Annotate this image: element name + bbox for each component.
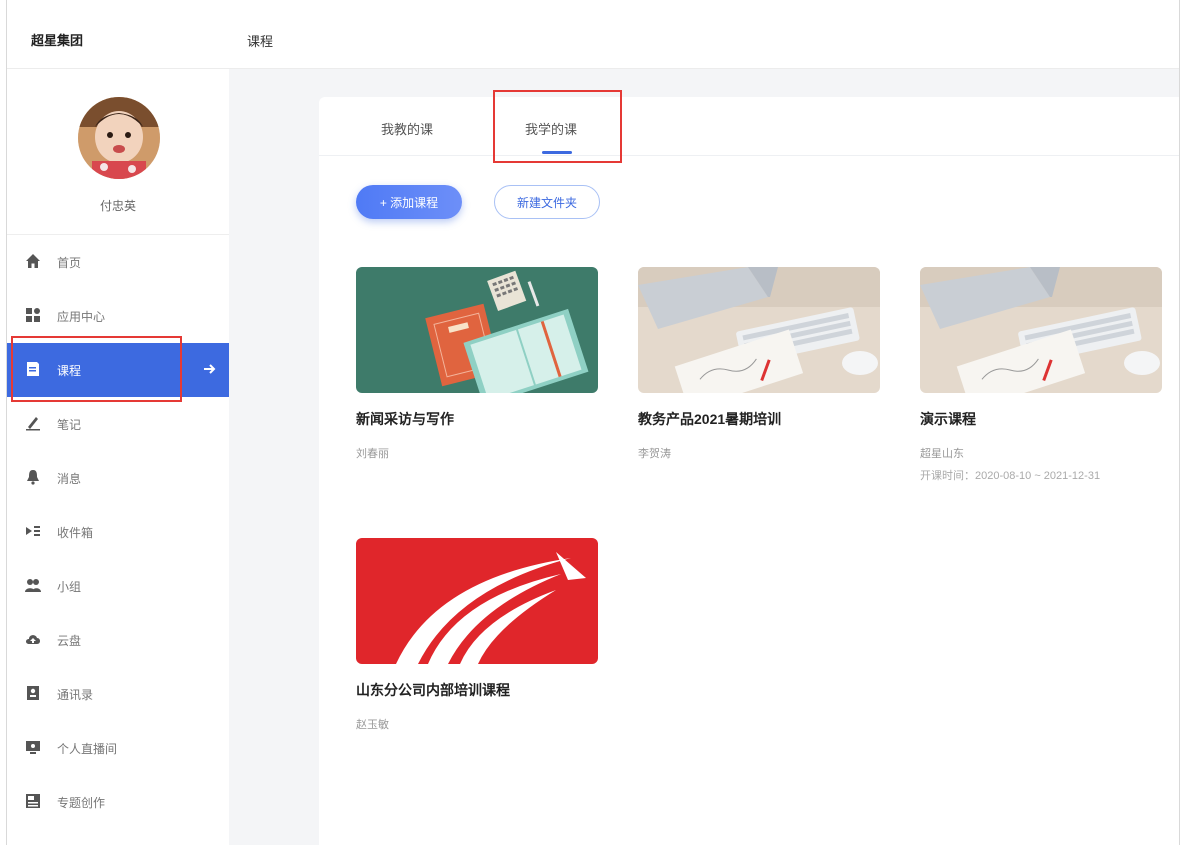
course-teacher: 超星山东 [920, 448, 964, 460]
avatar-image [78, 97, 160, 179]
breadcrumb: 课程 [247, 34, 274, 49]
course-cover-desk[interactable] [638, 267, 880, 393]
sidebar-item-messages[interactable]: 消息 [7, 451, 229, 505]
desk-keyboard-photo [920, 267, 1162, 393]
sidebar-item-label: 通讯录 [57, 688, 94, 702]
sidebar-item-live-room[interactable]: 个人直播间 [7, 721, 229, 775]
sidebar-item-inbox[interactable]: 收件箱 [7, 505, 229, 559]
contacts-icon [27, 686, 39, 700]
sidebar-item-apps[interactable]: 应用中心 [7, 289, 229, 343]
tab-bar: 我教的课 我学的课 [319, 97, 1179, 156]
app-window: 超星集团 课程 付忠英 首页 应用中心 课程 笔记 消息 收件箱 小组 云盘 通… [6, 0, 1180, 845]
sidebar-item-home[interactable]: 首页 [7, 235, 229, 289]
desk-keyboard-photo [638, 267, 880, 393]
course-title[interactable]: 演示课程 [920, 409, 1162, 429]
course-teacher: 李贺涛 [638, 448, 671, 460]
highlight-box-sidebar-courses [11, 336, 182, 402]
course-period: 开课时间：2020-08-10 ~ 2021-12-31 [920, 470, 1101, 482]
sidebar-item-label: 收件箱 [57, 526, 94, 540]
sidebar-item-label: 首页 [57, 256, 82, 270]
add-course-button[interactable]: + 添加课程 [356, 185, 462, 219]
brand-name[interactable]: 超星集团 [31, 30, 83, 49]
superstar-logo [356, 538, 598, 664]
sidebar: 付忠英 首页 应用中心 课程 笔记 消息 收件箱 小组 云盘 通讯录 个人直播间… [7, 69, 229, 845]
sidebar-item-label: 小组 [57, 580, 82, 594]
course-panel: 我教的课 我学的课 + 添加课程 新建文件夹 新闻采访与写作 刘春丽 教务产品2… [319, 97, 1179, 845]
course-title[interactable]: 教务产品2021暑期培训 [638, 409, 880, 429]
user-name: 付忠英 [99, 199, 136, 213]
course-cover-desk[interactable] [920, 267, 1162, 393]
tab-teaching-courses[interactable]: 我教的课 [381, 119, 433, 138]
sidebar-item-groups[interactable]: 小组 [7, 559, 229, 613]
topic-icon [26, 794, 40, 808]
group-icon [25, 579, 41, 592]
avatar[interactable] [78, 97, 160, 179]
sidebar-item-cloud-drive[interactable]: 云盘 [7, 613, 229, 667]
course-title[interactable]: 山东分公司内部培训课程 [356, 680, 598, 700]
highlight-box-tab [493, 90, 622, 163]
live-icon [26, 741, 40, 754]
sidebar-item-label: 消息 [57, 472, 82, 486]
sidebar-item-label: 云盘 [57, 634, 82, 648]
sidebar-item-label: 应用中心 [57, 310, 106, 324]
cloud-icon [26, 635, 40, 644]
sidebar-item-label: 笔记 [57, 418, 82, 432]
course-card[interactable]: 新闻采访与写作 刘春丽 [356, 267, 598, 461]
arrow-right-icon [204, 364, 216, 374]
bell-icon [27, 470, 39, 485]
course-title[interactable]: 新闻采访与写作 [356, 409, 598, 429]
course-teacher: 刘春丽 [356, 448, 389, 460]
new-folder-button[interactable]: 新建文件夹 [494, 185, 600, 219]
course-cover-books[interactable] [356, 267, 598, 393]
books-illustration [356, 267, 598, 393]
sidebar-item-notes[interactable]: 笔记 [7, 397, 229, 451]
course-card[interactable]: 山东分公司内部培训课程 赵玉敏 [356, 538, 598, 732]
top-bar: 超星集团 课程 [7, 0, 1179, 69]
pen-icon [26, 417, 40, 431]
course-card[interactable]: 演示课程 超星山东 开课时间：2020-08-10 ~ 2021-12-31 [920, 267, 1162, 483]
sidebar-item-label: 个人直播间 [57, 742, 118, 756]
apps-icon [26, 308, 40, 322]
home-icon [26, 254, 40, 268]
sidebar-item-topic-creation[interactable]: 专题创作 [7, 775, 229, 829]
course-card[interactable]: 教务产品2021暑期培训 李贺涛 [638, 267, 880, 461]
course-teacher: 赵玉敏 [356, 719, 389, 731]
sidebar-item-label: 专题创作 [57, 796, 106, 810]
inbox-icon [26, 526, 40, 536]
course-cover-logo[interactable] [356, 538, 598, 664]
sidebar-item-contacts[interactable]: 通讯录 [7, 667, 229, 721]
